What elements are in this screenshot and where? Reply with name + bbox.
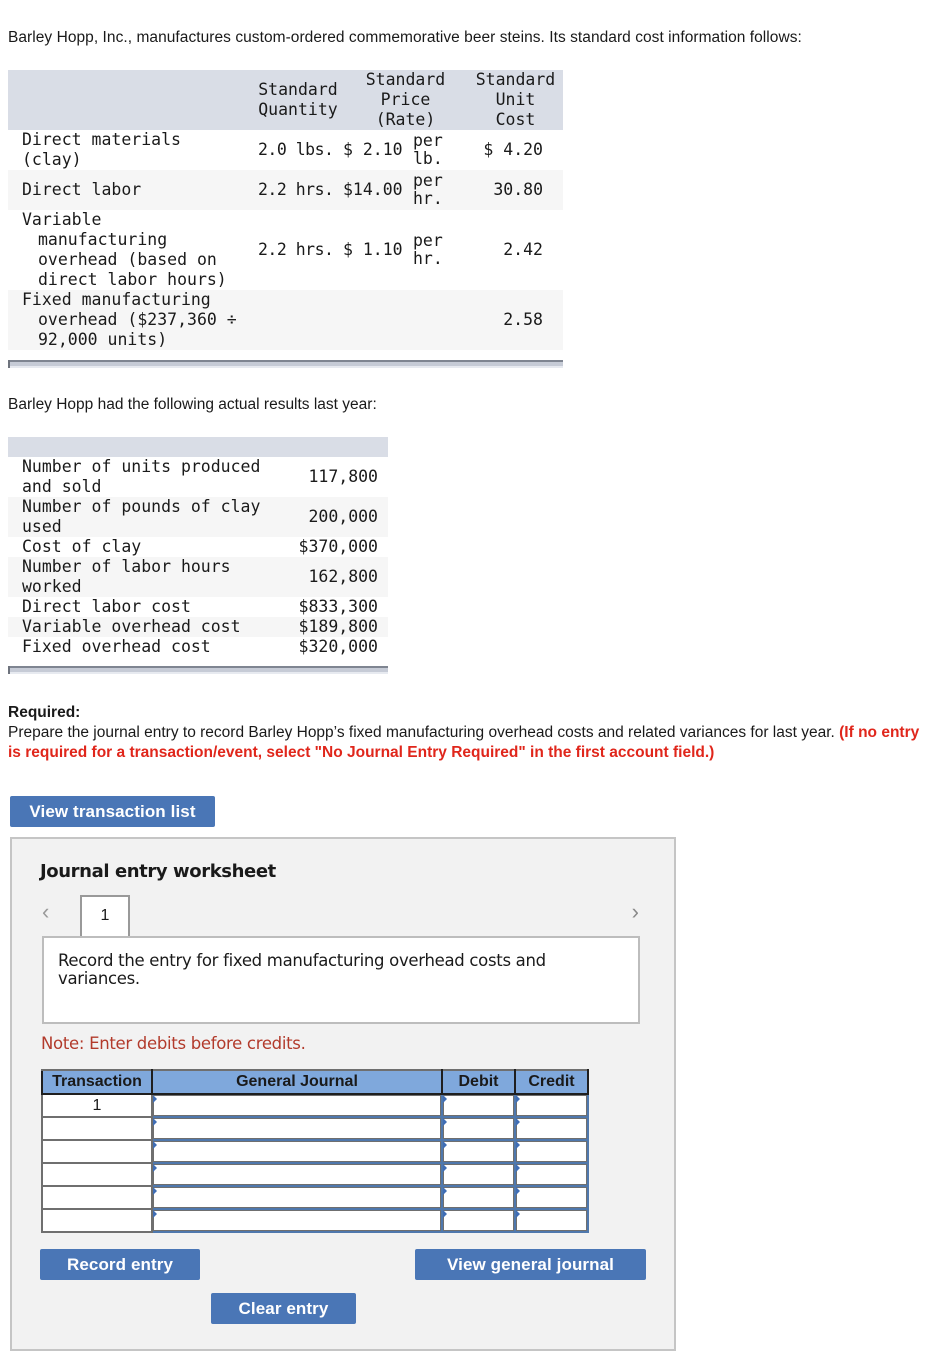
transaction-number: 1	[41, 1093, 153, 1118]
row-value: 200,000	[308, 507, 378, 526]
standard-price: $14.00	[343, 180, 403, 199]
header-standard-unit-cost: Standard Unit Cost	[475, 70, 556, 129]
standard-quantity: 2.0 lbs.	[258, 140, 334, 159]
row-label: Variable manufacturing overhead (based o…	[22, 210, 227, 289]
standard-price: $ 2.10	[343, 140, 403, 159]
row-label: Direct materials (clay)	[22, 130, 181, 169]
table-row-direct-materials: Direct materials (clay) 2.0 lbs. $ 2.10 …	[8, 130, 563, 170]
entry-prompt: Record the entry for fixed manufacturing…	[42, 936, 640, 1024]
row-label: Direct labor	[22, 180, 142, 199]
record-entry-button[interactable]: Record entry	[40, 1249, 200, 1280]
row-label: Fixed manufacturing overhead ($237,360 ÷…	[22, 290, 237, 349]
row-value: 162,800	[308, 567, 378, 586]
tab-transaction-1[interactable]: 1	[80, 895, 130, 937]
debit-input[interactable]	[441, 1139, 516, 1164]
standard-price: $ 1.10	[343, 240, 403, 259]
standard-unit-cost: 2.58	[503, 310, 543, 329]
journal-row: 1	[41, 1093, 589, 1118]
row-value: 117,800	[308, 467, 378, 486]
header-transaction: Transaction	[41, 1069, 153, 1095]
price-unit: per hr.	[413, 231, 443, 268]
clear-entry-button[interactable]: Clear entry	[211, 1293, 356, 1324]
journal-entry-worksheet: Journal entry worksheet ‹ 1 › Record the…	[10, 837, 676, 1351]
standard-unit-cost: $ 4.20	[483, 140, 543, 159]
header-standard-quantity: Standard Quantity	[258, 80, 338, 119]
credit-input[interactable]	[514, 1185, 589, 1210]
debit-input[interactable]	[441, 1185, 516, 1210]
debit-input[interactable]	[441, 1162, 516, 1187]
table-row-variable-overhead: Variable manufacturing overhead (based o…	[8, 210, 563, 290]
credit-input[interactable]	[514, 1139, 589, 1164]
journal-row	[41, 1116, 589, 1141]
actual-results-table: Number of units produced and sold 117,80…	[8, 437, 388, 657]
journal-row	[41, 1162, 589, 1187]
account-select[interactable]	[151, 1139, 443, 1164]
table-row: Fixed overhead cost $320,000	[22, 637, 378, 656]
actual-results-intro: Barley Hopp had the following actual res…	[8, 396, 377, 413]
journal-row	[41, 1139, 589, 1164]
debit-input[interactable]	[441, 1208, 516, 1233]
transaction-number	[41, 1162, 153, 1187]
worksheet-title: Journal entry worksheet	[40, 861, 276, 882]
transaction-number	[41, 1139, 153, 1164]
header-credit: Credit	[514, 1069, 589, 1095]
required-section: Required: Prepare the journal entry to r…	[8, 703, 923, 763]
header-debit: Debit	[441, 1069, 516, 1095]
row-value: $370,000	[298, 537, 378, 556]
required-text: Prepare the journal entry to record Barl…	[8, 724, 835, 741]
credit-input[interactable]	[514, 1208, 589, 1233]
table-row: Number of labor hours worked 162,800	[8, 557, 388, 597]
row-value: $833,300	[298, 597, 378, 616]
standard-cost-table-header: Standard Quantity Standard Price (Rate) …	[8, 70, 563, 130]
table-row: Cost of clay $370,000	[22, 537, 378, 556]
actual-results-table-header	[8, 437, 388, 457]
transaction-number	[41, 1116, 153, 1141]
journal-row	[41, 1208, 589, 1233]
table-row: Number of units produced and sold 117,80…	[22, 457, 378, 496]
credit-input[interactable]	[514, 1162, 589, 1187]
general-journal-table: Transaction General Journal Debit Credit…	[41, 1069, 589, 1233]
transaction-number	[41, 1185, 153, 1210]
row-value: $320,000	[298, 637, 378, 656]
header-standard-price: Standard Price (Rate)	[365, 70, 446, 129]
debit-input[interactable]	[441, 1093, 516, 1118]
required-title: Required:	[8, 704, 81, 721]
credit-input[interactable]	[514, 1116, 589, 1141]
account-select[interactable]	[151, 1093, 443, 1118]
credit-input[interactable]	[514, 1093, 589, 1118]
chevron-right-icon[interactable]: ›	[632, 899, 639, 925]
problem-intro: Barley Hopp, Inc., manufactures custom-o…	[8, 29, 802, 46]
account-select[interactable]	[151, 1208, 443, 1233]
price-unit: per lb.	[413, 131, 443, 168]
standard-quantity: 2.2 hrs.	[258, 240, 334, 259]
row-value: $189,800	[298, 617, 378, 636]
table-row: Direct labor cost $833,300	[22, 597, 378, 616]
view-general-journal-button[interactable]: View general journal	[415, 1249, 646, 1280]
account-select[interactable]	[151, 1116, 443, 1141]
table-row-direct-labor: Direct labor 2.2 hrs. $14.00 per hr. 30.…	[8, 170, 563, 210]
debits-credits-note: Note: Enter debits before credits.	[41, 1034, 306, 1053]
table-scrollbar[interactable]	[8, 666, 388, 674]
table-row: Number of pounds of clay used 200,000	[8, 497, 388, 537]
standard-quantity: 2.2 hrs.	[258, 180, 334, 199]
standard-unit-cost: 30.80	[493, 180, 543, 199]
table-scrollbar[interactable]	[8, 360, 563, 368]
table-row: Variable overhead cost $189,800	[8, 617, 388, 637]
standard-cost-table: Standard Quantity Standard Price (Rate) …	[8, 70, 563, 350]
price-unit: per hr.	[413, 171, 443, 208]
chevron-left-icon[interactable]: ‹	[42, 899, 49, 925]
header-general-journal: General Journal	[151, 1069, 443, 1095]
journal-row	[41, 1185, 589, 1210]
debit-input[interactable]	[441, 1116, 516, 1141]
view-transaction-list-button[interactable]: View transaction list	[10, 796, 215, 827]
table-row-fixed-overhead: Fixed manufacturing overhead ($237,360 ÷…	[8, 290, 563, 350]
standard-unit-cost: 2.42	[503, 240, 543, 259]
account-select[interactable]	[151, 1162, 443, 1187]
transaction-number	[41, 1208, 153, 1233]
account-select[interactable]	[151, 1185, 443, 1210]
